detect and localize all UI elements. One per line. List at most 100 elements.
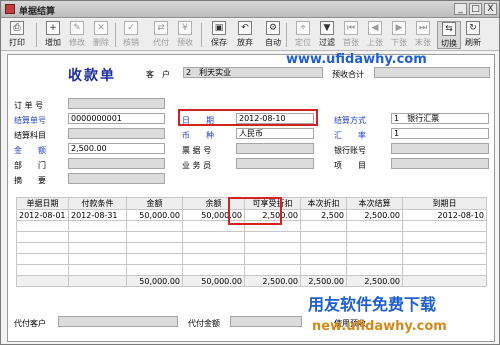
form-body: 收款单 客 户 2 利天实业 预收合计 www.ufidawhy.com 订 单… (7, 52, 495, 342)
bill-no-label: 票 据 号 (182, 146, 212, 155)
grid-total-row: 50,000.00 50,000.00 2,500.00 2,500.00 2,… (16, 275, 487, 287)
order-no-field[interactable] (68, 98, 165, 109)
total-amount: 50,000.00 (126, 275, 183, 287)
prepay-button[interactable]: ¥ 预收 (173, 21, 197, 49)
next-button[interactable]: ▶ 下张 (387, 21, 411, 49)
discard-button[interactable]: ↶ 放弃 (233, 21, 257, 49)
save-icon: ▣ (212, 21, 226, 35)
cell-amount[interactable]: 50,000.00 (126, 209, 183, 221)
print-button[interactable]: ⎙ 打印 (5, 21, 29, 49)
settle-subject-field[interactable] (68, 128, 165, 139)
salesman-field[interactable] (236, 158, 314, 169)
col-header-current-settle[interactable]: 本次结算 (346, 197, 403, 210)
total-available-discount: 2,500.00 (244, 275, 301, 287)
add-label: 增加 (45, 38, 61, 47)
bill-no-field[interactable] (236, 143, 314, 154)
summary-field[interactable] (68, 173, 165, 184)
cell-due-date[interactable]: 2012-08-10 (402, 209, 487, 221)
switch-button[interactable]: ⇆ 切换 (437, 21, 461, 49)
agent-amount-field[interactable] (230, 316, 302, 327)
delete-label: 删除 (93, 38, 109, 47)
add-icon: + (46, 21, 60, 35)
col-header-current-discount[interactable]: 本次折扣 (300, 197, 347, 210)
agent-customer-field[interactable] (58, 316, 178, 327)
cell-doc-date[interactable]: 2012-08-01 (16, 209, 69, 221)
table-row-empty[interactable] (16, 253, 487, 265)
refresh-button[interactable]: ↻ 刷新 (461, 21, 485, 49)
save-button[interactable]: ▣ 保存 (207, 21, 231, 49)
last-button[interactable]: ⏭ 末张 (411, 21, 435, 49)
date-field[interactable]: 2012-08-10 (236, 113, 314, 124)
toolbar-separator (201, 23, 202, 47)
switch-icon: ⇆ (442, 22, 456, 36)
locate-button[interactable]: ⌖ 定位 (291, 21, 315, 49)
rate-label: 汇 率 (334, 131, 366, 140)
agent-pay-icon: ⇄ (154, 21, 168, 35)
bank-account-field[interactable] (391, 143, 489, 154)
project-field[interactable] (391, 158, 489, 169)
modify-label: 修改 (69, 38, 85, 47)
app-icon (5, 4, 15, 14)
cell-pay-terms[interactable]: 2012-08-31 (68, 209, 127, 221)
col-header-pay-terms[interactable]: 付款条件 (68, 197, 127, 210)
discount-highlight-box (228, 197, 282, 225)
project-label: 项 目 (334, 161, 366, 170)
settle-method-field[interactable]: 1 银行汇票 (391, 113, 489, 124)
title-bar: 单据结算 _ □ X (1, 1, 499, 18)
discard-label: 放弃 (237, 38, 253, 47)
auto-button[interactable]: ⚙ 自动 (261, 21, 285, 49)
form-title: 收款单 (68, 68, 116, 84)
add-button[interactable]: + 增加 (41, 21, 65, 49)
first-icon: ⏮ (344, 21, 358, 35)
col-header-due-date[interactable]: 到期日 (402, 197, 487, 210)
verify-button[interactable]: ✓ 核销 (119, 21, 143, 49)
verify-label: 核销 (123, 38, 139, 47)
next-label: 下张 (391, 38, 407, 47)
agent-pay-button[interactable]: ⇄ 代付 (149, 21, 173, 49)
col-header-doc-date[interactable]: 单据日期 (16, 197, 69, 210)
table-row-empty[interactable] (16, 264, 487, 276)
delete-button[interactable]: ✕ 删除 (89, 21, 113, 49)
cell-current-discount[interactable]: 2,500 (300, 209, 347, 221)
filter-label: 过滤 (319, 38, 335, 47)
watermark-text: 用友软件免费下载 (308, 295, 437, 314)
prev-button[interactable]: ◀ 上张 (363, 21, 387, 49)
dept-label: 部 门 (14, 161, 46, 170)
cell-current-settle[interactable]: 2,500.00 (346, 209, 403, 221)
prev-label: 上张 (367, 38, 383, 47)
order-no-label: 订 单 号 (14, 101, 44, 110)
switch-label: 切换 (441, 39, 457, 48)
currency-field[interactable]: 人民币 (236, 128, 314, 139)
filter-button[interactable]: ▼ 过滤 (315, 21, 339, 49)
watermark-url-bottom: new.ufidawhy.com (312, 319, 447, 334)
locate-label: 定位 (295, 38, 311, 47)
prepay-total-field[interactable] (374, 67, 490, 78)
prepay-icon: ¥ (178, 21, 192, 35)
settle-no-field[interactable]: 0000000001 (68, 113, 165, 124)
rate-field[interactable]: 1 (391, 128, 489, 139)
col-header-amount[interactable]: 金额 (126, 197, 183, 210)
summary-label: 摘 要 (14, 176, 46, 185)
minimize-button[interactable]: _ (454, 3, 467, 15)
window-title: 单据结算 (19, 7, 56, 17)
dept-field[interactable] (68, 158, 165, 169)
maximize-button[interactable]: □ (469, 3, 482, 15)
next-icon: ▶ (392, 21, 406, 35)
date-label: 日 期 (182, 116, 214, 125)
amount-field[interactable]: 2,500.00 (68, 143, 165, 154)
amount-label: 金 额 (14, 146, 46, 155)
first-button[interactable]: ⏮ 首张 (339, 21, 363, 49)
modify-button[interactable]: ✎ 修改 (65, 21, 89, 49)
settle-method-label: 结算方式 (334, 116, 366, 125)
delete-icon: ✕ (94, 21, 108, 35)
last-icon: ⏭ (416, 21, 430, 35)
prev-icon: ◀ (368, 21, 382, 35)
table-row-empty[interactable] (16, 231, 487, 243)
auto-icon: ⚙ (266, 21, 280, 35)
total-cell (402, 275, 487, 287)
customer-field[interactable]: 2 利天实业 (183, 67, 323, 78)
total-cell (68, 275, 127, 287)
watermark-url-top: www.ufidawhy.com (286, 52, 427, 67)
close-button[interactable]: X (484, 3, 497, 15)
table-row-empty[interactable] (16, 242, 487, 254)
